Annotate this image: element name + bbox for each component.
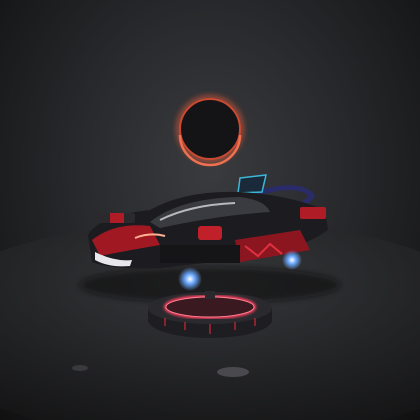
floor-rock — [72, 365, 88, 371]
landing-pad — [148, 291, 272, 338]
floor-rock — [217, 367, 249, 377]
eclipse-ring — [176, 95, 244, 167]
scene-artwork — [0, 95, 420, 420]
render-scene — [0, 0, 420, 420]
